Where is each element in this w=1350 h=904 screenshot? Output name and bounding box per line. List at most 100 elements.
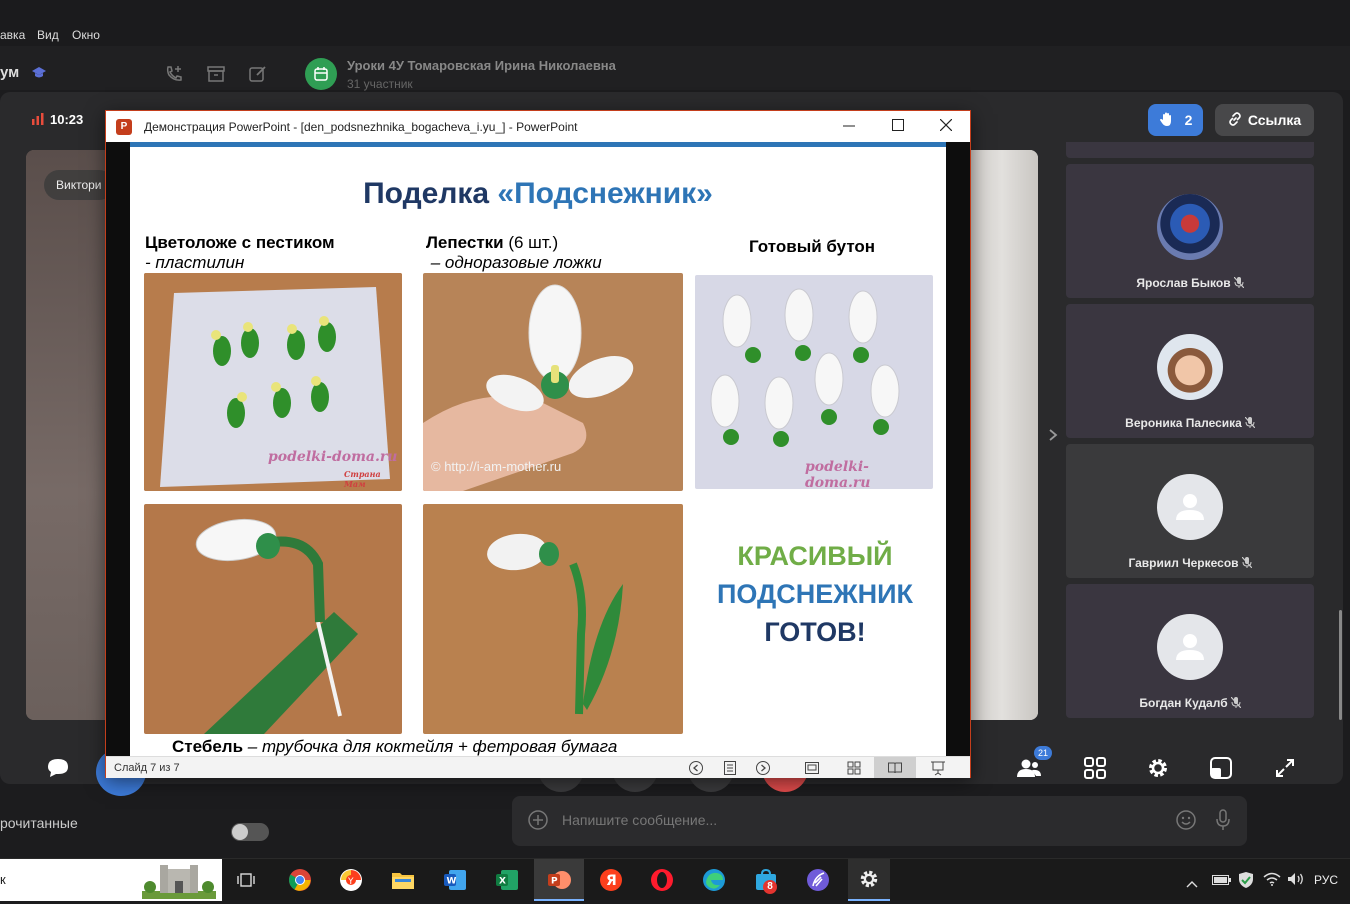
- participants-scrollbar[interactable]: [1339, 610, 1342, 720]
- excel-icon[interactable]: X: [492, 866, 522, 894]
- taskbar-search-box[interactable]: к: [0, 859, 222, 901]
- final-message: КРАСИВЫЙ ПОДСНЕЖНИК ГОТОВ!: [690, 537, 940, 651]
- volume-icon[interactable]: [1287, 872, 1305, 891]
- participant-avatar: [1157, 194, 1223, 260]
- settings-gear-icon[interactable]: [1140, 750, 1176, 786]
- next-slide-icon[interactable]: [755, 760, 771, 779]
- message-input[interactable]: Напишите сообщение...: [512, 796, 1247, 846]
- svg-text:Y: Y: [347, 877, 354, 887]
- store-icon[interactable]: 8: [751, 866, 781, 894]
- final-line-1: КРАСИВЫЙ: [737, 541, 893, 571]
- close-icon[interactable]: [939, 118, 953, 134]
- raised-hands-count: 2: [1184, 112, 1193, 128]
- settings-taskbar-button[interactable]: [848, 859, 890, 901]
- archive-icon[interactable]: [206, 64, 226, 89]
- participant-tile[interactable]: Вероника Палесика: [1066, 304, 1314, 438]
- menu-slide-icon[interactable]: [723, 760, 737, 779]
- participants-icon[interactable]: 21: [1012, 746, 1052, 786]
- fullscreen-icon[interactable]: [1267, 750, 1303, 786]
- word-icon[interactable]: W: [440, 866, 470, 894]
- opera-icon[interactable]: [647, 866, 677, 894]
- message-placeholder: Напишите сообщение...: [562, 812, 718, 828]
- svg-text:X: X: [499, 877, 506, 887]
- ppt-title-bar[interactable]: P Демонстрация PowerPoint - [den_podsnez…: [106, 111, 970, 142]
- watermark: © http://i-am-mother.ru: [431, 459, 562, 474]
- col1-caption: Цветоложе с пестиком - пластилин: [145, 233, 335, 273]
- security-shield-icon[interactable]: [1238, 871, 1254, 894]
- emoji-icon[interactable]: [1176, 810, 1196, 833]
- slide-sorter-icon[interactable]: [846, 760, 862, 779]
- attach-plus-icon[interactable]: [528, 810, 548, 833]
- menu-item-edit[interactable]: авка: [0, 28, 25, 42]
- chat-bubble-icon[interactable]: [40, 750, 76, 786]
- previous-slide-icon[interactable]: [688, 760, 704, 779]
- windows-taskbar: к Y W X P Я 8 РУС: [0, 858, 1350, 901]
- participant-tile[interactable]: Богдан Кудалб: [1066, 584, 1314, 718]
- grid-view-icon[interactable]: [1077, 750, 1113, 786]
- ppt-status-bar: Слайд 7 из 7: [106, 756, 970, 778]
- participant-name: Вероника Палесика: [1125, 416, 1242, 430]
- participant-tile-partial: [1066, 142, 1314, 158]
- chevron-up-icon[interactable]: [1186, 875, 1198, 893]
- watermark-sub: Страна Мам: [344, 469, 381, 489]
- participant-tile[interactable]: Ярослав Быков: [1066, 164, 1314, 298]
- slide-counter: Слайд 7 из 7: [114, 762, 180, 774]
- menu-bar: авка Вид Окно: [0, 0, 1350, 46]
- chat-title: Уроки 4У Томаровская Ирина Николаевна: [347, 58, 616, 73]
- microphone-icon[interactable]: [1215, 809, 1231, 834]
- yandex-browser-icon[interactable]: Y: [336, 866, 366, 894]
- feather-app-icon[interactable]: [803, 866, 833, 894]
- default-user-icon: [1157, 474, 1223, 540]
- slideshow-icon[interactable]: [930, 760, 946, 779]
- reading-view-button[interactable]: [874, 757, 916, 778]
- col1-title: Цветоложе с пестиком: [145, 233, 335, 252]
- yandex-icon[interactable]: Я: [596, 866, 626, 894]
- watermark: podelki-doma.ru: [805, 459, 871, 489]
- powerpoint-taskbar-button[interactable]: P: [534, 859, 584, 901]
- photo-flower-leaf: [423, 504, 683, 734]
- wifi-icon[interactable]: [1263, 872, 1281, 891]
- input-language[interactable]: РУС: [1314, 873, 1338, 887]
- link-icon: [1228, 111, 1242, 129]
- search-highlight-castle-icon: [142, 863, 216, 904]
- slide[interactable]: Поделка «Подснежник» Цветоложе с пестико…: [130, 142, 946, 756]
- stem-subtitle: – трубочка для коктейля + фетровая бумаг…: [243, 737, 618, 756]
- final-line-2: ПОДСНЕЖНИК: [716, 579, 914, 609]
- participants-count-badge: 21: [1034, 746, 1052, 760]
- unread-filter-label: рочитанные: [0, 815, 78, 831]
- powerpoint-window[interactable]: P Демонстрация PowerPoint - [den_podsnez…: [105, 110, 971, 778]
- slide-title-prefix: Поделка: [363, 177, 498, 210]
- slide-area: Поделка «Подснежник» Цветоложе с пестико…: [106, 142, 970, 756]
- menu-item-window[interactable]: Окно: [72, 28, 100, 42]
- svg-text:Я: Я: [606, 873, 617, 889]
- link-button[interactable]: Ссылка: [1215, 104, 1314, 136]
- chat-subtitle: 31 участник: [347, 77, 413, 91]
- task-view-icon[interactable]: [232, 866, 262, 894]
- powerpoint-icon: P: [116, 119, 132, 135]
- col3-title: Готовый бутон: [749, 237, 876, 256]
- normal-view-icon[interactable]: [804, 760, 820, 779]
- unread-toggle[interactable]: [231, 823, 269, 841]
- menu-item-view[interactable]: Вид: [37, 28, 59, 42]
- search-box-text: к: [0, 872, 6, 887]
- chrome-icon[interactable]: [285, 866, 315, 894]
- compose-icon[interactable]: [248, 64, 268, 89]
- file-explorer-icon[interactable]: [388, 866, 418, 894]
- col1-subtitle: - пластилин: [145, 253, 245, 272]
- participant-name: Богдан Кудалб: [1139, 696, 1228, 710]
- svg-text:P: P: [551, 877, 558, 887]
- raised-hands-button[interactable]: 2: [1148, 104, 1203, 136]
- signal-icon: [32, 113, 44, 125]
- minimize-icon[interactable]: [842, 116, 856, 139]
- chat-avatar[interactable]: [305, 58, 337, 90]
- participant-tile[interactable]: Гавриил Черкесов: [1066, 444, 1314, 578]
- chevron-right-icon[interactable]: [1048, 428, 1058, 447]
- main-video-label: Виктори: [44, 170, 114, 200]
- pip-icon[interactable]: [1203, 750, 1239, 786]
- mic-muted-icon: [1233, 276, 1245, 289]
- add-call-icon[interactable]: [164, 64, 184, 89]
- edge-icon[interactable]: [699, 866, 729, 894]
- participant-name: Гавриил Черкесов: [1128, 556, 1239, 570]
- participant-avatar: [1157, 334, 1223, 400]
- maximize-icon[interactable]: [892, 119, 904, 134]
